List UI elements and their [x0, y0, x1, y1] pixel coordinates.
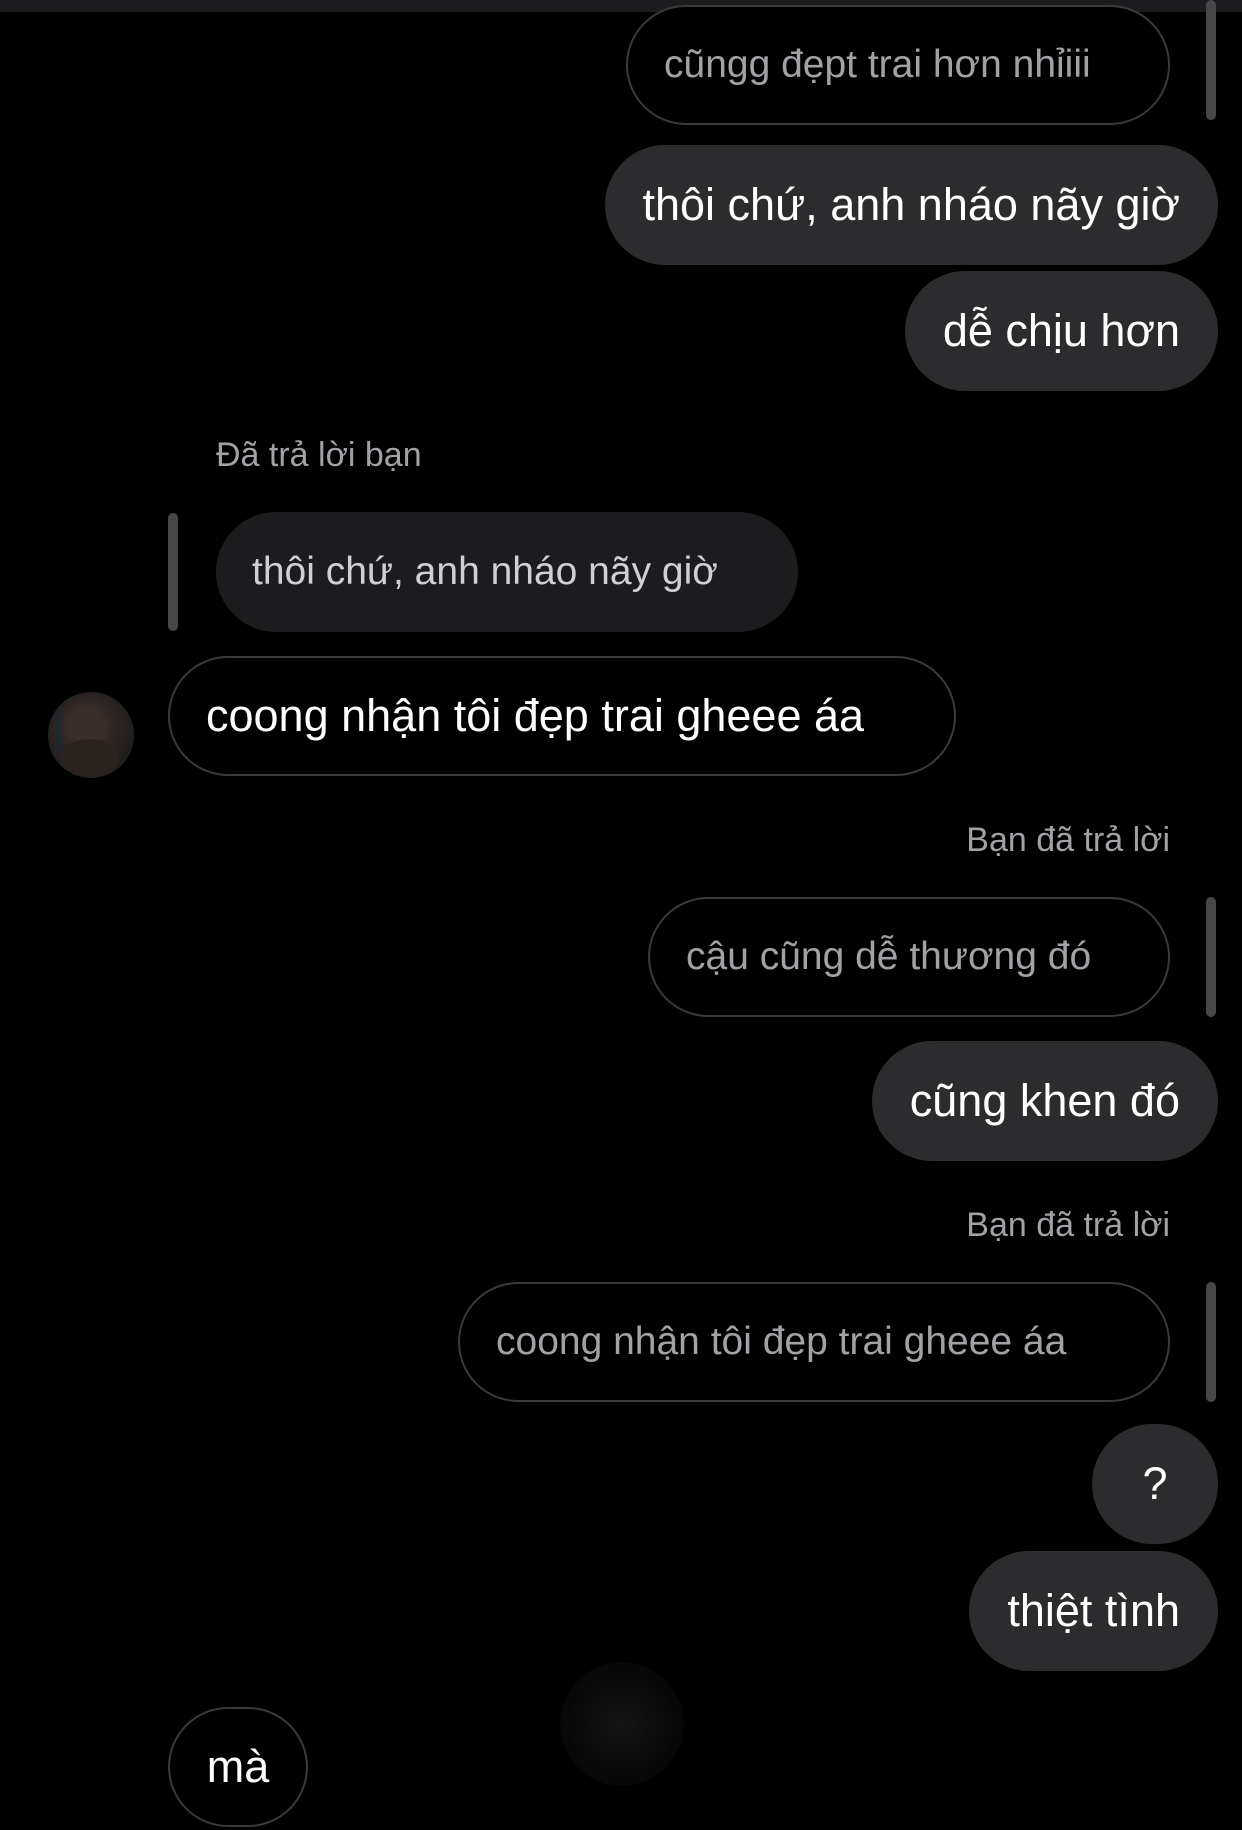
sent-message[interactable]: cũng khen đó: [871, 1041, 1218, 1161]
message-text: cũng khen đó: [909, 1075, 1180, 1126]
quoted-message-text: coong nhận tôi đẹp trai gheee áa: [496, 1320, 1067, 1363]
quoted-message[interactable]: cũngg đẹpt trai hơn nhỉiii: [626, 5, 1170, 125]
sent-message[interactable]: ?: [1092, 1424, 1218, 1544]
quoted-message-text: thôi chứ, anh nháo nãy giờ: [252, 550, 718, 593]
quoted-message[interactable]: thôi chứ, anh nháo nãy giờ: [216, 512, 798, 632]
quoted-message[interactable]: cậu cũng dễ thương đó: [648, 897, 1170, 1017]
avatar-photo-icon: [55, 703, 119, 777]
reply-label: Bạn đã trả lời: [966, 821, 1170, 859]
message-text: thôi chứ, anh nháo nãy giờ: [642, 179, 1181, 230]
reply-label: Đã trả lời bạn: [216, 436, 422, 474]
message-text: dễ chịu hơn: [942, 305, 1180, 356]
reply-indicator-bar: [1206, 897, 1216, 1017]
received-message[interactable]: mà: [168, 1707, 308, 1827]
message-text: ?: [1142, 1458, 1168, 1509]
reply-indicator-bar: [1206, 0, 1216, 120]
contact-avatar[interactable]: [48, 692, 134, 778]
typing-shadow: [560, 1662, 684, 1786]
quoted-message-text: cậu cũng dễ thương đó: [686, 935, 1092, 978]
message-text: thiệt tình: [1007, 1585, 1180, 1636]
received-message[interactable]: coong nhận tôi đẹp trai gheee áa: [168, 656, 956, 776]
reply-indicator-bar: [168, 513, 178, 631]
sent-message[interactable]: thôi chứ, anh nháo nãy giờ: [604, 145, 1218, 265]
quoted-message-text: cũngg đẹpt trai hơn nhỉiii: [664, 43, 1091, 86]
reply-indicator-bar: [1206, 1282, 1216, 1402]
quoted-message[interactable]: coong nhận tôi đẹp trai gheee áa: [458, 1282, 1170, 1402]
message-text: mà: [206, 1741, 270, 1792]
message-text: coong nhận tôi đẹp trai gheee áa: [206, 690, 865, 741]
reply-label: Bạn đã trả lời: [966, 1206, 1170, 1244]
sent-message[interactable]: dễ chịu hơn: [904, 271, 1218, 391]
sent-message[interactable]: thiệt tình: [969, 1551, 1218, 1671]
